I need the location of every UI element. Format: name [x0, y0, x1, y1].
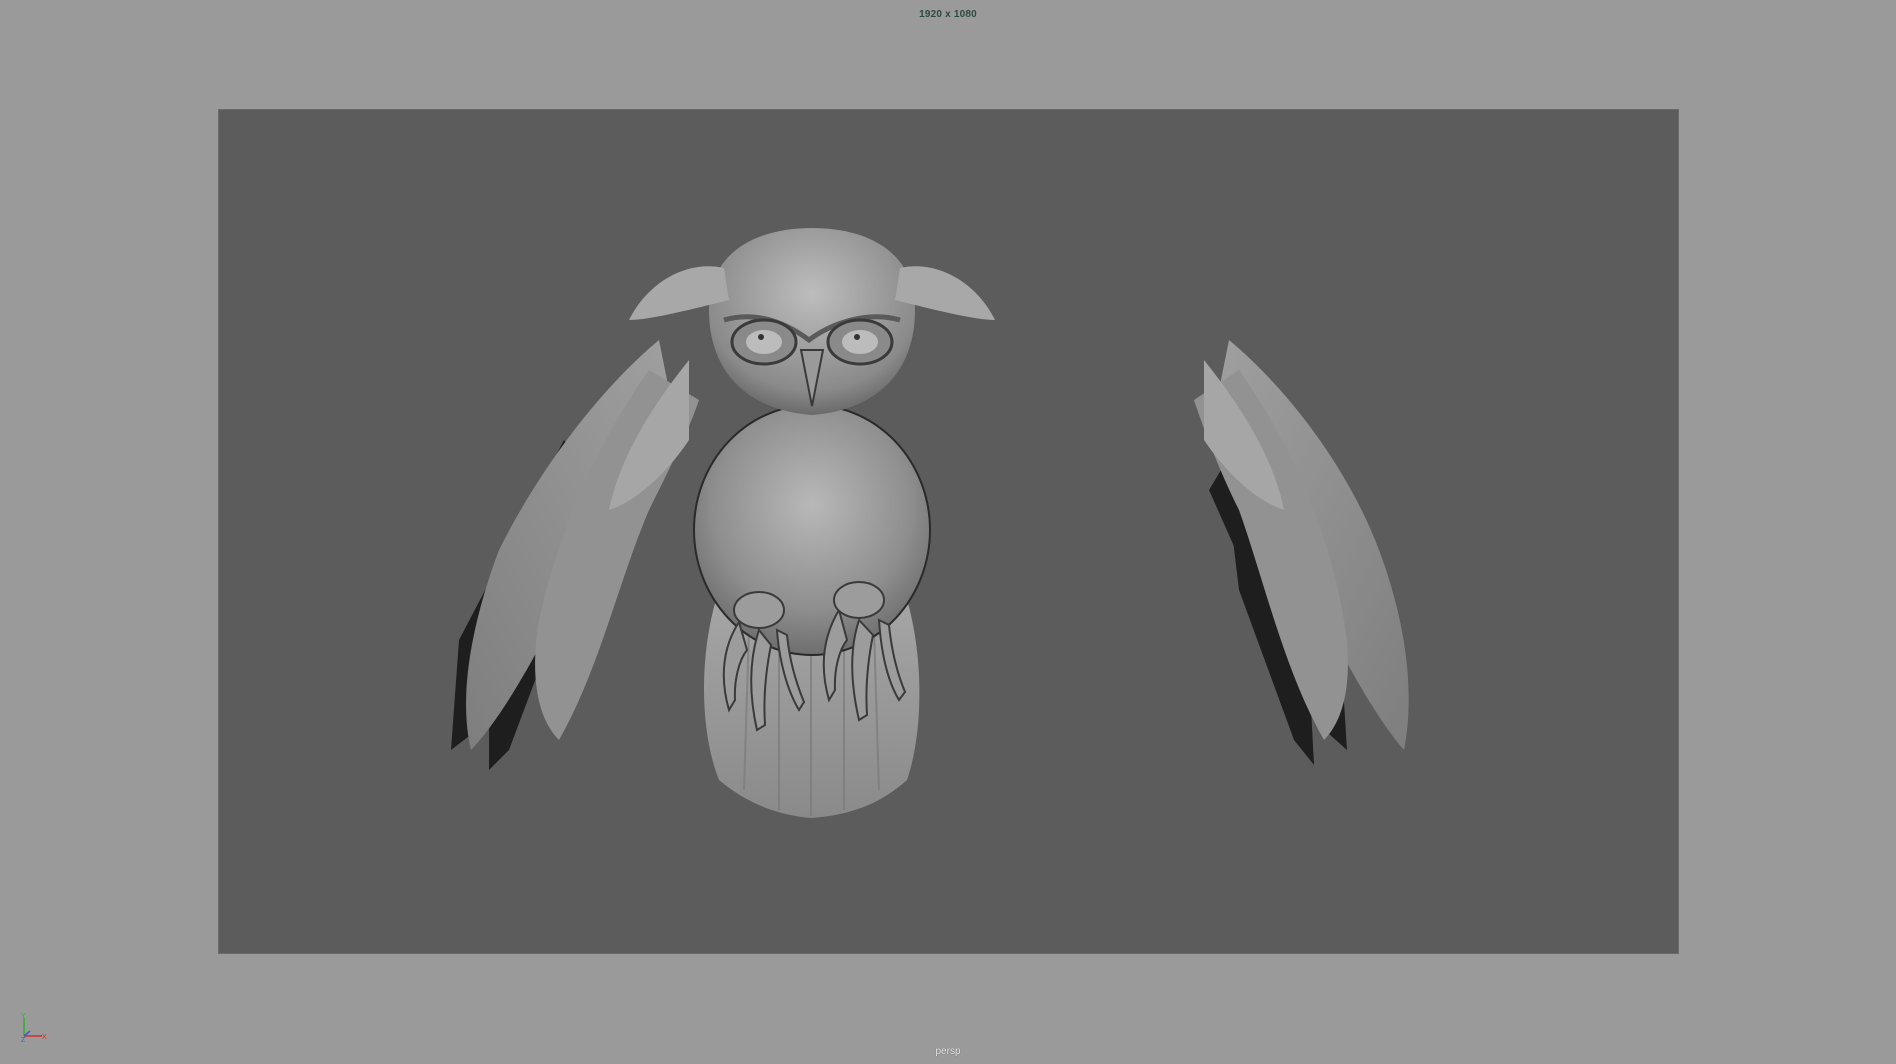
owl-body	[693, 404, 931, 656]
left-wing-surface	[466, 340, 699, 750]
owl-model[interactable]	[219, 110, 1678, 953]
right-wing-surface	[1194, 340, 1409, 750]
resolution-gate[interactable]	[219, 110, 1678, 953]
axis-x-label: X	[42, 1034, 47, 1041]
camera-name-label: persp	[935, 1046, 961, 1057]
axis-z-label: Z	[21, 1037, 26, 1042]
axis-gizmo-icon: Y X Z	[21, 1013, 47, 1042]
3d-viewport[interactable]: 1920 x 1080 Y X Z persp	[0, 0, 1896, 1064]
resolution-label: 1920 x 1080	[919, 9, 977, 20]
axis-y-label: Y	[21, 1013, 26, 1020]
